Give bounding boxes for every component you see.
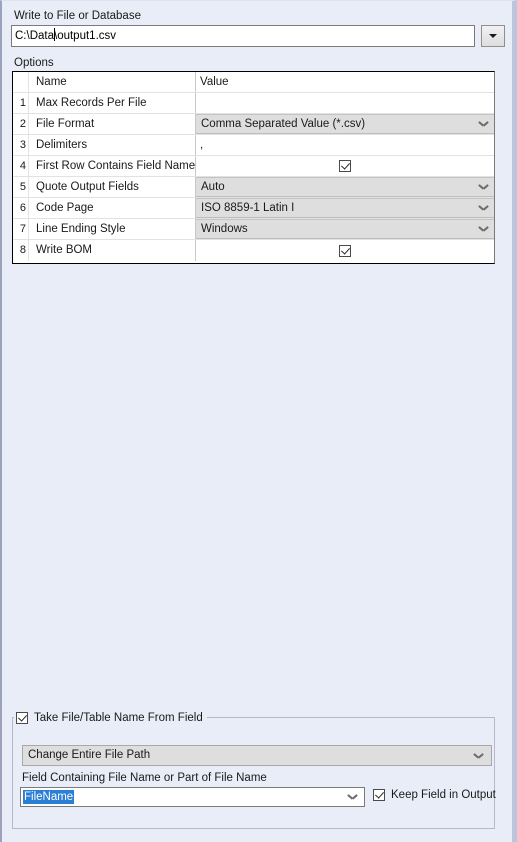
triangle-down-icon	[489, 34, 497, 38]
option-value[interactable]	[196, 156, 494, 176]
option-value-checkbox[interactable]	[339, 160, 351, 172]
option-value[interactable]: Auto	[196, 177, 494, 197]
option-value[interactable]: ISO 8859-1 Latin I	[196, 198, 494, 218]
file-path-row: C:\Data\output1.csv	[11, 25, 505, 47]
field-containing-name-label: Field Containing File Name or Part of Fi…	[22, 772, 267, 784]
take-file-name-checkbox[interactable]	[16, 712, 28, 724]
keep-field-in-output-label: Keep Field in Output	[391, 789, 496, 801]
row-index: 8	[13, 240, 29, 261]
option-value-select[interactable]: Windows	[196, 219, 494, 239]
file-path-text: C:\Data\output1.csv	[15, 26, 116, 46]
options-grid-row[interactable]: 5 Quote Output Fields Auto	[13, 177, 494, 198]
file-path-after-caret: \output1.csv	[54, 30, 117, 42]
option-value-select[interactable]: Auto	[196, 177, 494, 197]
output-data-config-panel: Write to File or Database C:\Data\output…	[0, 0, 517, 842]
option-value-text: Auto	[201, 181, 225, 193]
option-name: Max Records Per File	[29, 93, 196, 113]
options-grid-row[interactable]: 3 Delimiters,	[13, 135, 494, 156]
chevron-down-icon	[479, 226, 488, 232]
options-grid-header-row: Name Value	[13, 72, 494, 93]
options-grid-row[interactable]: 1 Max Records Per File	[13, 93, 494, 114]
options-grid-row[interactable]: 4 First Row Contains Field Names	[13, 156, 494, 177]
row-index	[13, 72, 29, 92]
option-name: First Row Contains Field Names	[29, 156, 196, 176]
option-value-select[interactable]: Comma Separated Value (*.csv)	[196, 114, 494, 134]
file-path-before-caret: C:\Data	[15, 30, 54, 42]
chevron-down-icon	[474, 753, 483, 759]
options-grid-row[interactable]: 6 Code Page ISO 8859-1 Latin I	[13, 198, 494, 219]
chevron-down-icon	[348, 794, 357, 800]
chevron-down-icon	[479, 205, 488, 211]
file-path-input[interactable]: C:\Data\output1.csv	[11, 25, 475, 47]
chevron-down-icon	[479, 121, 488, 127]
options-grid-row[interactable]: 8 Write BOM	[13, 240, 494, 261]
take-file-name-legend[interactable]: Take File/Table Name From Field	[14, 711, 207, 725]
chevron-down-icon	[479, 184, 488, 190]
option-name: File Format	[29, 114, 196, 134]
option-name: Write BOM	[29, 240, 196, 261]
options-grid-row[interactable]: 2 File Format Comma Separated Value (*.csv…	[13, 114, 494, 135]
row-index: 3	[13, 135, 29, 155]
option-value[interactable]: Comma Separated Value (*.csv)	[196, 114, 494, 134]
option-name: Line Ending Style	[29, 219, 196, 239]
row-index: 7	[13, 219, 29, 239]
field-name-select[interactable]: FileName	[20, 787, 365, 807]
row-index: 4	[13, 156, 29, 176]
row-index: 1	[13, 93, 29, 113]
file-path-dropdown-button[interactable]	[481, 25, 505, 47]
option-value-text: ISO 8859-1 Latin I	[201, 202, 295, 214]
option-value-select[interactable]: ISO 8859-1 Latin I	[196, 198, 494, 218]
field-name-value: FileName	[23, 790, 75, 804]
keep-field-in-output-row[interactable]: Keep Field in Output	[373, 789, 496, 801]
option-value[interactable]	[196, 93, 494, 113]
column-header-value: Value	[200, 76, 229, 88]
option-name: Code Page	[29, 198, 196, 218]
column-header-name: Name	[29, 72, 196, 92]
option-value-checkbox-cell[interactable]	[196, 156, 494, 176]
file-path-mode-select[interactable]: Change Entire File Path	[22, 745, 492, 766]
take-file-name-label: Take File/Table Name From Field	[34, 712, 203, 724]
option-value[interactable]: Windows	[196, 219, 494, 239]
options-section-label: Options	[14, 57, 54, 69]
keep-field-in-output-checkbox[interactable]	[373, 789, 385, 801]
row-index: 5	[13, 177, 29, 197]
option-name: Delimiters	[29, 135, 196, 155]
file-path-mode-value: Change Entire File Path	[28, 749, 151, 761]
option-value-checkbox[interactable]	[339, 244, 351, 257]
option-value[interactable]: ,	[196, 135, 494, 155]
option-value-checkbox-cell[interactable]	[196, 240, 494, 261]
option-value-text: Comma Separated Value (*.csv)	[201, 118, 366, 130]
row-index: 2	[13, 114, 29, 134]
option-name: Quote Output Fields	[29, 177, 196, 197]
options-grid[interactable]: Name Value 1 Max Records Per File 2 File Form…	[12, 71, 495, 264]
option-value[interactable]	[196, 240, 494, 261]
options-grid-row[interactable]: 7 Line Ending Style Windows	[13, 219, 494, 240]
row-index: 6	[13, 198, 29, 218]
option-value-text: Windows	[201, 223, 248, 235]
write-to-file-label: Write to File or Database	[14, 10, 141, 22]
